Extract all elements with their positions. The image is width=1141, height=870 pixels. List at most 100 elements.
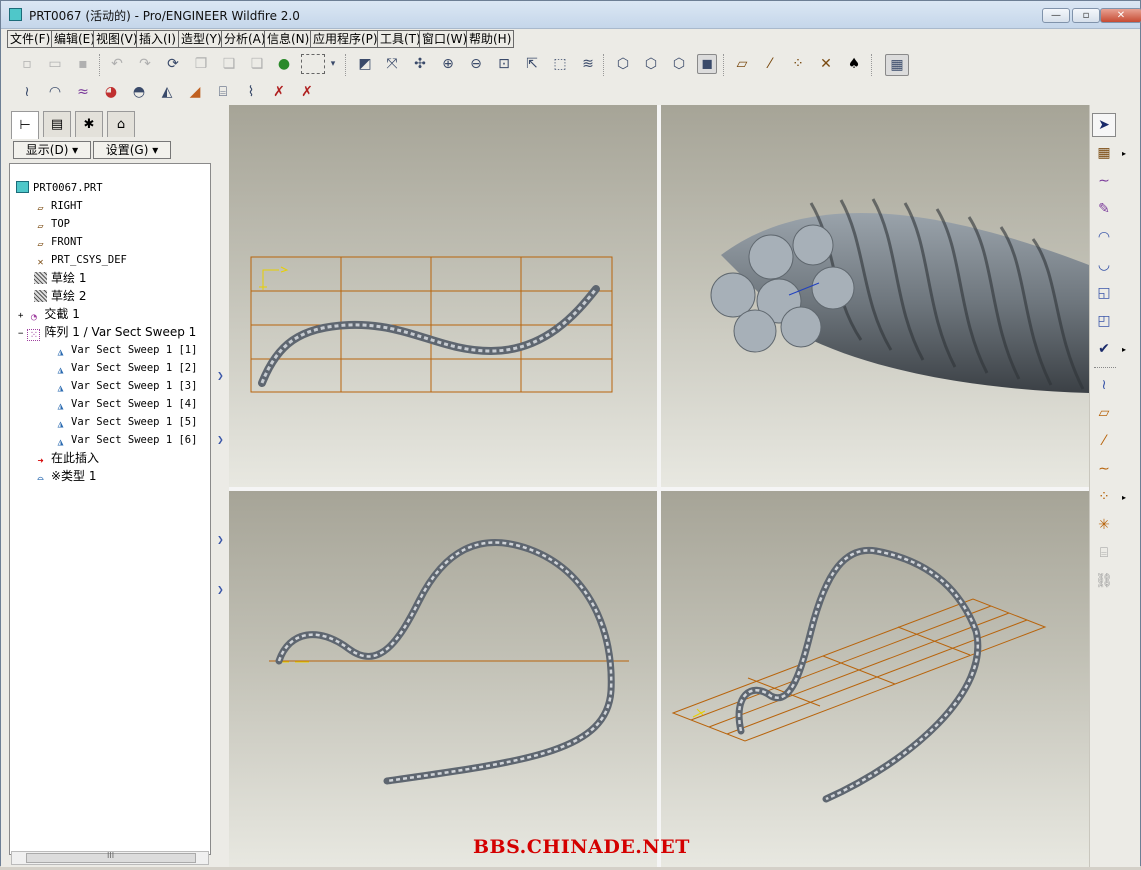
- menu-analysis[interactable]: 分析(A): [221, 30, 269, 48]
- tree-item-right[interactable]: ▱ RIGHT: [34, 198, 82, 214]
- menu-insert[interactable]: 插入(I): [136, 30, 179, 48]
- wireframe-icon[interactable]: ⬡: [613, 54, 633, 74]
- menu-window[interactable]: 窗口(W): [419, 30, 471, 48]
- tree-item-sweep-6[interactable]: ◮ Var Sect Sweep 1 [6]: [54, 432, 197, 448]
- tree-item-pattern[interactable]: − ⁙ 阵列 1 / Var Sect Sweep 1: [18, 324, 196, 341]
- menu-view[interactable]: 视图(V): [93, 30, 141, 48]
- trim-surface-icon[interactable]: ◰: [1092, 309, 1116, 333]
- save-icon[interactable]: ▪: [73, 54, 93, 74]
- tree-item-csys[interactable]: ✕ PRT_CSYS_DEF: [34, 252, 126, 268]
- scrollbar-thumb[interactable]: III: [26, 851, 196, 863]
- selection-box-icon[interactable]: [301, 54, 325, 74]
- settings-dropdown[interactable]: 设置(G) ▾: [93, 141, 171, 159]
- axis-tool-icon[interactable]: ⁄: [1092, 429, 1116, 453]
- viewport-side[interactable]: [229, 491, 657, 867]
- delete-analysis-icon[interactable]: ✗: [269, 82, 289, 102]
- chevron-down-icon[interactable]: ▾: [327, 54, 339, 74]
- plane-tool-icon[interactable]: ▱: [1092, 401, 1116, 425]
- datum-planes-display-icon[interactable]: ▱: [732, 54, 752, 74]
- tree-item-sweep-1[interactable]: ◮ Var Sect Sweep 1 [1]: [54, 342, 197, 358]
- delete-all-analysis-icon[interactable]: ✗: [297, 82, 317, 102]
- tree-item-sketch-2[interactable]: 草绘 2: [34, 288, 86, 304]
- shade-analysis-icon[interactable]: ◢: [185, 82, 205, 102]
- zoom-out-icon[interactable]: ⊖: [466, 54, 486, 74]
- csys-tool-icon[interactable]: ✳: [1092, 513, 1116, 537]
- datum-plane-tool-icon[interactable]: ▦: [1092, 141, 1116, 165]
- analysis-feature-icon[interactable]: ⌸: [1092, 541, 1116, 565]
- zoom-in-icon[interactable]: ⊕: [438, 54, 458, 74]
- reflection-icon[interactable]: ◕: [101, 82, 121, 102]
- no-hidden-icon[interactable]: ⬡: [669, 54, 689, 74]
- undo-icon[interactable]: ↶: [107, 54, 127, 74]
- maximize-button[interactable]: ▫: [1072, 8, 1100, 23]
- slope-icon[interactable]: ◭: [157, 82, 177, 102]
- menu-file[interactable]: 文件(F): [7, 30, 54, 48]
- new-file-icon[interactable]: ▫: [17, 54, 37, 74]
- tab-favorites[interactable]: ✱: [75, 111, 103, 137]
- tree-item-insert-here[interactable]: ➜ 在此插入: [34, 450, 99, 467]
- saved-views-icon[interactable]: ⬚: [550, 54, 570, 74]
- datum-curve-tool-icon[interactable]: ∼: [1092, 457, 1116, 481]
- surface-analysis-icon[interactable]: ◠: [45, 82, 65, 102]
- menu-info[interactable]: 信息(N): [264, 30, 313, 48]
- tree-item-style[interactable]: ⌓ ※类型 1: [34, 468, 96, 485]
- refit-icon[interactable]: ⊡: [494, 54, 514, 74]
- show-dropdown[interactable]: 显示(D) ▾: [13, 141, 91, 159]
- paste-special-icon[interactable]: ❏: [247, 54, 267, 74]
- tab-folder-browser[interactable]: ▤: [43, 111, 71, 137]
- graphics-window[interactable]: [229, 105, 1089, 867]
- shading-icon[interactable]: ◼: [697, 54, 717, 74]
- tree-item-sweep-5[interactable]: ◮ Var Sect Sweep 1 [5]: [54, 414, 197, 430]
- repaint-icon[interactable]: ◩: [355, 54, 375, 74]
- tree-item-sweep-3[interactable]: ◮ Var Sect Sweep 1 [3]: [54, 378, 197, 394]
- copy-icon[interactable]: ❐: [191, 54, 211, 74]
- model-tree-toggle-icon[interactable]: ▦: [885, 54, 909, 76]
- flyout-arrow-icon[interactable]: ▸: [1122, 149, 1126, 158]
- datum-point-tool-icon[interactable]: ⁘: [1092, 485, 1116, 509]
- hide-analysis-icon[interactable]: ⌇: [241, 82, 261, 102]
- viewport-isometric[interactable]: [661, 491, 1089, 867]
- menu-tools[interactable]: 工具(T): [377, 30, 424, 48]
- tree-item-top[interactable]: ▱ TOP: [34, 216, 69, 232]
- redo-icon[interactable]: ↷: [135, 54, 155, 74]
- boundary-surface-icon[interactable]: ◠: [1092, 225, 1116, 249]
- done-checkmark-icon[interactable]: ✔: [1092, 337, 1116, 361]
- connect-surface-icon[interactable]: ◱: [1092, 281, 1116, 305]
- menu-applications[interactable]: 应用程序(P): [310, 30, 381, 48]
- tree-item-front[interactable]: ▱ FRONT: [34, 234, 82, 250]
- viewport-closeup[interactable]: [661, 105, 1089, 487]
- viewport-front[interactable]: [229, 105, 657, 487]
- flyout-arrow-icon[interactable]: ▸: [1122, 345, 1126, 354]
- curve-analysis-tool-icon[interactable]: ≀: [1092, 373, 1116, 397]
- tree-item-part[interactable]: PRT0067.PRT: [16, 180, 103, 196]
- tree-item-sketch-1[interactable]: 草绘 1: [34, 270, 86, 286]
- select-arrow-icon[interactable]: ➤: [1092, 113, 1116, 137]
- orient-mode-icon[interactable]: ✣: [410, 54, 430, 74]
- menu-edit[interactable]: 编辑(E): [51, 30, 98, 48]
- hidden-line-icon[interactable]: ⬡: [641, 54, 661, 74]
- annotation-display-icon[interactable]: ♠: [844, 54, 864, 74]
- menu-style[interactable]: 造型(Y): [178, 30, 225, 48]
- open-file-icon[interactable]: ▭: [45, 54, 65, 74]
- datum-axes-display-icon[interactable]: ⁄: [760, 54, 780, 74]
- reorient-icon[interactable]: ⇱: [522, 54, 542, 74]
- curve-tool-icon[interactable]: ∼: [1092, 169, 1116, 193]
- draft-icon[interactable]: ◓: [129, 82, 149, 102]
- menu-help[interactable]: 帮助(H): [466, 30, 515, 48]
- surface-from-curves-icon[interactable]: ◡: [1092, 253, 1116, 277]
- expand-icon[interactable]: +: [18, 311, 23, 321]
- curvature-icon[interactable]: ≈: [73, 82, 93, 102]
- sketch-curve-tool-icon[interactable]: ✎: [1092, 197, 1116, 221]
- regenerate-icon[interactable]: ⟳: [163, 54, 183, 74]
- tab-connections[interactable]: ⌂: [107, 111, 135, 137]
- tree-item-sweep-2[interactable]: ◮ Var Sect Sweep 1 [2]: [54, 360, 197, 376]
- tree-horizontal-scrollbar[interactable]: III: [11, 851, 209, 865]
- paste-icon[interactable]: ❏: [219, 54, 239, 74]
- tree-item-intersect[interactable]: + ◔ 交截 1: [18, 306, 80, 323]
- datum-points-display-icon[interactable]: ⁘: [788, 54, 808, 74]
- csys-display-icon[interactable]: ✕: [816, 54, 836, 74]
- layers-icon[interactable]: ≋: [578, 54, 598, 74]
- tree-item-sweep-4[interactable]: ◮ Var Sect Sweep 1 [4]: [54, 396, 197, 412]
- save-analysis-icon[interactable]: ⌸: [213, 82, 233, 102]
- curve-analysis-icon[interactable]: ≀: [17, 82, 37, 102]
